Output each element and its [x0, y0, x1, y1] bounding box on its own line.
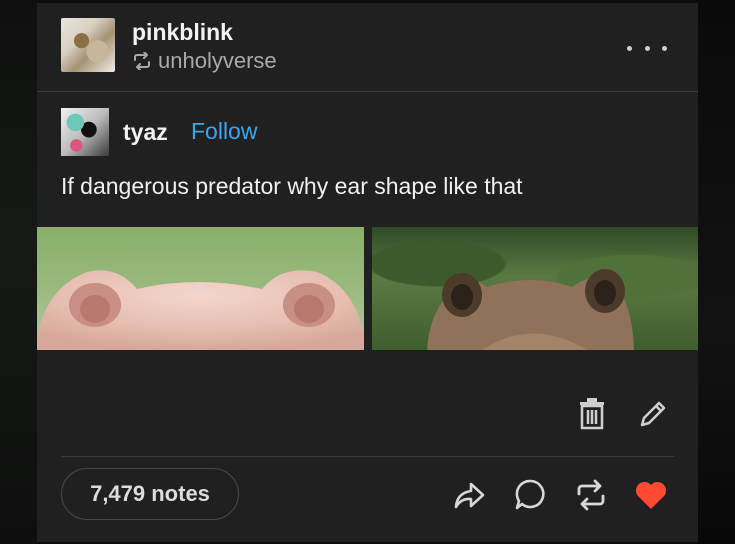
- more-options-icon[interactable]: [627, 41, 667, 55]
- post-card: pinkblink unholyverse tyaz Follow If dan…: [37, 3, 698, 542]
- original-poster-username[interactable]: tyaz: [123, 119, 168, 146]
- footer-divider: [61, 456, 674, 457]
- reblog-icon[interactable]: [573, 477, 609, 513]
- reblog-icon: [134, 52, 150, 70]
- reblogger-avatar[interactable]: [61, 18, 115, 72]
- owner-actions: [37, 388, 698, 438]
- follow-link[interactable]: Follow: [191, 118, 257, 145]
- heart-icon[interactable]: [633, 477, 669, 513]
- reblogger-username[interactable]: pinkblink: [132, 19, 233, 46]
- bear-ears-image-2: [427, 269, 634, 350]
- header-divider: [37, 91, 698, 92]
- post-footer-actions: [447, 477, 677, 517]
- reblog-source[interactable]: unholyverse: [132, 48, 277, 74]
- reblog-source-username: unholyverse: [158, 48, 277, 73]
- share-icon[interactable]: [451, 477, 487, 513]
- post-image-1[interactable]: [37, 227, 364, 350]
- background-right: [698, 0, 735, 544]
- comment-icon[interactable]: [513, 477, 549, 513]
- post-image-2[interactable]: [372, 227, 698, 350]
- original-poster-avatar[interactable]: [61, 108, 109, 156]
- post-body-text: If dangerous predator why ear shape like…: [61, 173, 523, 199]
- background-left: [0, 0, 37, 544]
- bear-ears-image-1: [37, 270, 364, 350]
- notes-count-button[interactable]: 7,479 notes: [61, 468, 239, 520]
- trash-icon[interactable]: [578, 398, 606, 430]
- post-header: pinkblink unholyverse: [37, 3, 698, 91]
- pencil-icon[interactable]: [637, 398, 669, 430]
